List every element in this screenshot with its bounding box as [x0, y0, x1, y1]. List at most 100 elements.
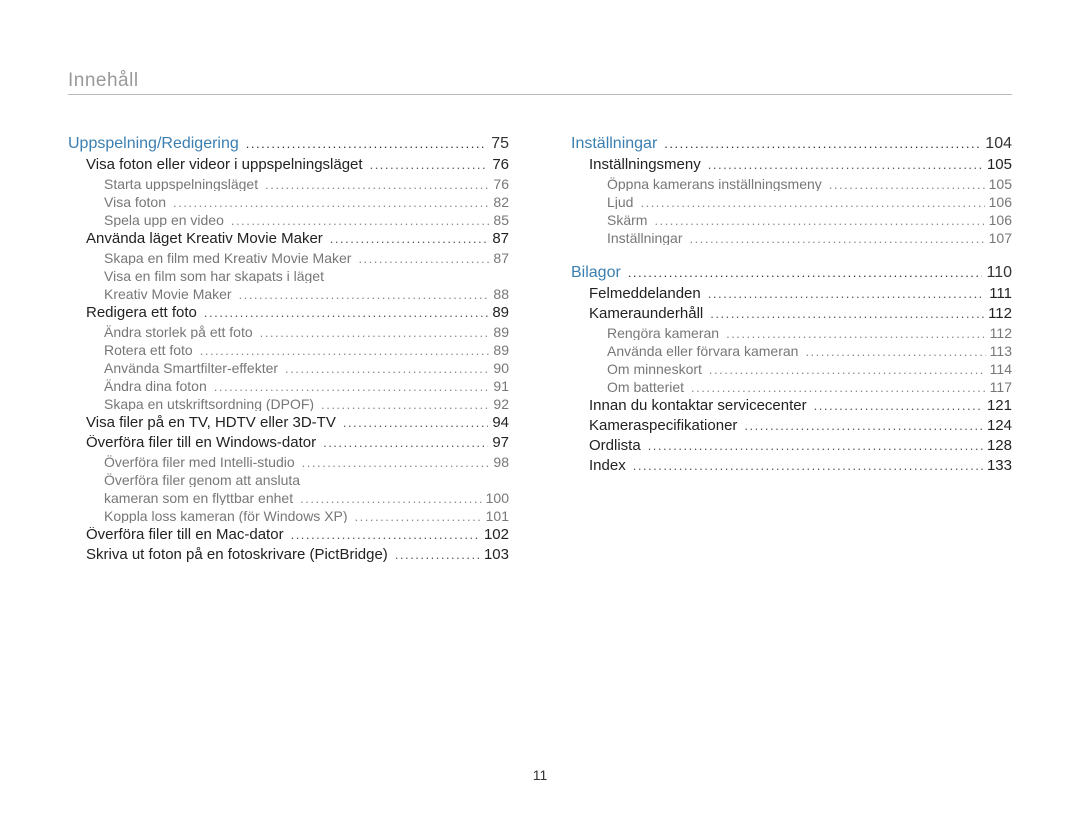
- toc-entry-page: 105: [985, 177, 1012, 191]
- toc-entry-page: 89: [489, 343, 509, 357]
- toc-entry[interactable]: Redigera ett foto89: [86, 305, 509, 320]
- toc-entry[interactable]: kameran som en flyttbar enhet100: [104, 491, 509, 505]
- toc-entry[interactable]: Inställningar104: [571, 136, 1012, 152]
- toc-leader-dots: [352, 510, 482, 523]
- toc-leader-dots: [257, 326, 490, 339]
- toc-entry[interactable]: Kreativ Movie Maker88: [104, 287, 509, 301]
- toc-entry[interactable]: Rengöra kameran112: [607, 326, 1012, 340]
- toc-entry[interactable]: Skapa en utskriftsordning (DPOF)92: [104, 397, 509, 411]
- toc-leader-dots: [282, 362, 489, 375]
- toc-leader-dots: [630, 459, 983, 472]
- toc-entry[interactable]: Bilagor110: [571, 265, 1012, 281]
- toc-entry-label: Rengöra kameran: [607, 326, 723, 340]
- toc-entry[interactable]: Kameraunderhåll112: [589, 306, 1012, 321]
- toc-leader-dots: [355, 252, 489, 265]
- toc-leader-dots: [262, 178, 489, 191]
- toc-entry[interactable]: Index133: [589, 458, 1012, 473]
- toc-leader-dots: [741, 419, 983, 432]
- toc-entry-page: 111: [985, 286, 1012, 301]
- toc-entry[interactable]: Överföra filer genom att ansluta: [104, 473, 509, 487]
- toc-entry-page: 121: [983, 398, 1012, 413]
- toc-leader-dots: [211, 380, 490, 393]
- toc-entry[interactable]: Om batteriet 117: [607, 380, 1012, 394]
- toc-leader-dots: [236, 288, 490, 301]
- toc-entry[interactable]: Rotera ett foto 89: [104, 343, 509, 357]
- toc-leader-dots: [802, 345, 985, 358]
- toc-entry-label: Visa filer på en TV, HDTV eller 3D-TV: [86, 415, 340, 430]
- toc-entry-page: 117: [986, 380, 1012, 394]
- toc-entry-label: Ändra dina foton: [104, 379, 211, 393]
- toc-entry[interactable]: Kameraspecifikationer 124: [589, 418, 1012, 433]
- toc-entry[interactable]: Koppla loss kameran (för Windows XP)101: [104, 509, 509, 523]
- toc-entry[interactable]: Innan du kontaktar servicecenter121: [589, 398, 1012, 413]
- toc-entry[interactable]: Skapa en film med Kreativ Movie Maker87: [104, 251, 509, 265]
- toc-entry[interactable]: Ändra dina foton91: [104, 379, 509, 393]
- toc-leader-dots: [170, 196, 489, 209]
- toc-leader-dots: [661, 137, 981, 150]
- toc-entry-page: 90: [489, 361, 509, 375]
- toc-entry[interactable]: Visa filer på en TV, HDTV eller 3D-TV94: [86, 415, 509, 430]
- toc-entry-label: Överföra filer till en Mac-dator: [86, 527, 288, 542]
- toc-entry[interactable]: Skärm106: [607, 213, 1012, 227]
- toc-entry-label: Skapa en film med Kreativ Movie Maker: [104, 251, 355, 265]
- toc-leader-dots: [320, 436, 488, 449]
- toc-entry[interactable]: Överföra filer med Intelli-studio98: [104, 455, 509, 469]
- toc-entry-label: Skriva ut foton på en fotoskrivare (Pict…: [86, 547, 392, 562]
- toc-entry-page: 87: [488, 231, 509, 246]
- toc-entry[interactable]: Ändra storlek på ett foto89: [104, 325, 509, 339]
- toc-entry[interactable]: Öppna kamerans inställningsmeny 105: [607, 177, 1012, 191]
- toc-entry-label: Öppna kamerans inställningsmeny: [607, 177, 826, 191]
- toc-entry-page: 106: [985, 213, 1012, 227]
- toc-leader-dots: [811, 399, 983, 412]
- toc-entry-label: Kameraunderhåll: [589, 306, 707, 321]
- toc-entry-page: 104: [981, 136, 1012, 152]
- title-divider: [68, 94, 1012, 95]
- toc-leader-dots: [288, 528, 480, 541]
- toc-entry-label: Spela upp en video: [104, 213, 228, 227]
- toc-leader-dots: [707, 307, 984, 320]
- toc-entry-label: Felmeddelanden: [589, 286, 705, 301]
- toc-entry-label: Om batteriet: [607, 380, 688, 394]
- toc-entry[interactable]: Starta uppspelningsläget76: [104, 177, 509, 191]
- toc-entry[interactable]: Om minneskort114: [607, 362, 1012, 376]
- toc-entry-label: Överföra filer till en Windows-dator: [86, 435, 320, 450]
- toc-entry-label: Rotera ett foto: [104, 343, 197, 357]
- toc-leader-dots: [645, 439, 983, 452]
- toc-entry-label: Ordlista: [589, 438, 645, 453]
- toc-entry[interactable]: Ljud106: [607, 195, 1012, 209]
- toc-leader-dots: [688, 381, 986, 394]
- toc-leader-dots: [340, 416, 488, 429]
- toc-entry-page: 100: [482, 491, 509, 505]
- toc-leader-dots: [197, 344, 490, 357]
- toc-entry[interactable]: Överföra filer till en Mac-dator 102: [86, 527, 509, 542]
- toc-entry[interactable]: Använda eller förvara kameran113: [607, 344, 1012, 358]
- toc-entry[interactable]: Överföra filer till en Windows-dator97: [86, 435, 509, 450]
- toc-entry[interactable]: Visa en film som har skapats i läget: [104, 269, 509, 283]
- toc-leader-dots: [706, 363, 986, 376]
- toc-entry[interactable]: Uppspelning/Redigering75: [68, 136, 509, 152]
- toc-entry-page: 124: [983, 418, 1012, 433]
- toc-entry-page: 128: [983, 438, 1012, 453]
- toc-entry-label: Överföra filer med Intelli-studio: [104, 455, 299, 469]
- toc-entry[interactable]: Inställningar107: [607, 231, 1012, 245]
- toc-entry[interactable]: Visa foton eller videor i uppspelningslä…: [86, 157, 509, 172]
- page-number: 11: [0, 767, 1080, 783]
- toc-leader-dots: [705, 287, 985, 300]
- toc-entry-label: Skapa en utskriftsordning (DPOF): [104, 397, 318, 411]
- toc-entry[interactable]: Felmeddelanden 111: [589, 286, 1012, 301]
- toc-entry[interactable]: Använda Smartfilter-effekter90: [104, 361, 509, 375]
- toc-columns: Uppspelning/Redigering75 Visa foton eller…: [68, 136, 1012, 567]
- toc-entry[interactable]: Ordlista 128: [589, 438, 1012, 453]
- toc-entry[interactable]: Inställningsmeny105: [589, 157, 1012, 172]
- toc-entry-page: 102: [480, 527, 509, 542]
- toc-entry[interactable]: Skriva ut foton på en fotoskrivare (Pict…: [86, 547, 509, 562]
- toc-entry-page: 89: [489, 325, 509, 339]
- toc-entry[interactable]: Använda läget Kreativ Movie Maker87: [86, 231, 509, 246]
- toc-entry-label: Koppla loss kameran (för Windows XP): [104, 509, 352, 523]
- toc-entry-label: Kameraspecifikationer: [589, 418, 741, 433]
- toc-entry-page: 76: [489, 177, 509, 191]
- toc-leader-dots: [243, 137, 487, 150]
- toc-entry-page: 106: [985, 195, 1012, 209]
- toc-entry[interactable]: Spela upp en video85: [104, 213, 509, 227]
- toc-entry[interactable]: Visa foton82: [104, 195, 509, 209]
